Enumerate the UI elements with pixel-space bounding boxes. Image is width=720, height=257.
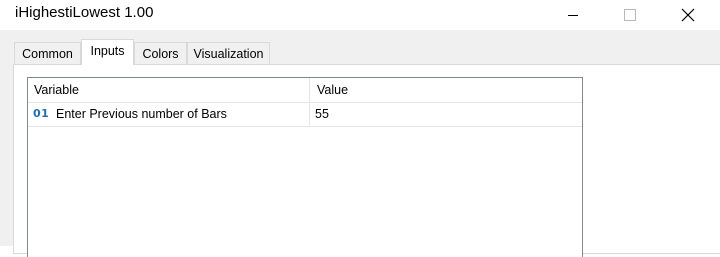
tab-common[interactable]: Common [14, 42, 81, 64]
tab-inputs[interactable]: Inputs [81, 39, 134, 65]
row-variable-cell[interactable]: 01 Enter Previous number of Bars [28, 103, 310, 126]
list-header: Variable Value [28, 78, 582, 103]
window-title: iHighestiLowest 1.00 [15, 4, 154, 21]
column-header-value[interactable]: Value [311, 78, 582, 102]
maximize-icon [624, 9, 636, 21]
table-row[interactable]: 01 Enter Previous number of Bars 55 [28, 103, 582, 127]
minimize-button[interactable] [545, 0, 601, 30]
tab-colors[interactable]: Colors [134, 42, 187, 64]
close-icon [681, 8, 695, 22]
maximize-button[interactable] [602, 0, 658, 30]
minimize-icon [568, 15, 578, 16]
inputs-tab-panel: Variable Value 01 Enter Previous number … [13, 64, 720, 257]
column-header-variable[interactable]: Variable [28, 78, 310, 102]
dialog-body: Common Inputs Colors Visualization Varia… [0, 30, 720, 257]
close-button[interactable] [660, 0, 716, 30]
row-variable-label: Enter Previous number of Bars [56, 107, 227, 121]
int-type-icon: 01 [33, 107, 50, 120]
row-value-cell[interactable]: 55 [311, 103, 582, 126]
inputs-list[interactable]: Variable Value 01 Enter Previous number … [27, 77, 583, 257]
tab-visualization[interactable]: Visualization [187, 42, 270, 64]
title-bar[interactable]: iHighestiLowest 1.00 [0, 0, 720, 30]
